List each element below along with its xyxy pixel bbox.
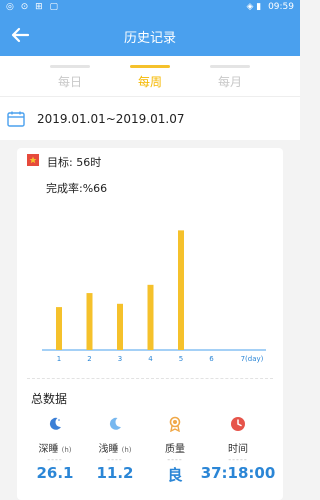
stat-label: 浅睡 (h) xyxy=(85,440,145,455)
bar-day-4 xyxy=(147,284,154,350)
page-title: 历史记录 xyxy=(123,31,176,46)
date-range-row[interactable]: 2019.01.01~2019.01.07 xyxy=(0,96,300,140)
stat-dash: ---- xyxy=(167,455,183,464)
moon-icon xyxy=(109,417,121,430)
stat-dash: ---- xyxy=(47,455,63,464)
status-bar: ◎ ⊙ ⊞ ▢ ◈ ▮ 09:59 xyxy=(0,0,300,14)
period-tabs: 每日 每周 每月 xyxy=(0,56,300,96)
goal-text: 目标: 56时 xyxy=(47,156,102,169)
stat-label-text: 质量 xyxy=(165,444,185,455)
clock-icon xyxy=(231,417,245,431)
bar-day-1 xyxy=(56,307,62,350)
stat-value: 11.2 xyxy=(96,464,134,482)
calendar-icon xyxy=(7,111,25,127)
bar-day-3 xyxy=(117,303,123,350)
x-tick-label: 3 xyxy=(118,355,122,363)
app-bar: 历史记录 xyxy=(0,14,300,56)
date-range-text: 2019.01.01~2019.01.07 xyxy=(37,112,185,126)
x-tick-label: 2 xyxy=(87,355,91,363)
tab-indicator xyxy=(50,65,90,68)
status-time: 09:59 xyxy=(268,2,294,12)
stat-time: 时间 ----- 37:18:00 xyxy=(198,412,278,492)
moon-icon xyxy=(49,417,61,430)
tab-daily[interactable]: 每日 xyxy=(35,56,105,96)
weekly-report-card: 目标: 56时 完成率:%66 1 2 3 4 5 6 7(day) 总数据 深睡 (h) … xyxy=(17,148,283,500)
stat-unit: (h) xyxy=(61,446,72,454)
x-tick-label: 7(day) xyxy=(241,355,264,363)
sleep-bar-chart: 1 2 3 4 5 6 7(day) xyxy=(42,230,266,363)
divider xyxy=(27,378,273,379)
tab-monthly[interactable]: 每月 xyxy=(195,56,265,96)
stat-label: 时间 xyxy=(198,440,278,455)
bookmark-icon xyxy=(27,154,39,166)
stat-label-text: 浅睡 xyxy=(98,444,119,455)
stat-value: 26.1 xyxy=(36,464,74,482)
x-tick-label: 4 xyxy=(148,355,153,363)
stat-light-sleep: 浅睡 (h) ---- 11.2 xyxy=(85,412,145,492)
stat-label-text: 深睡 xyxy=(38,444,59,455)
tab-indicator xyxy=(130,65,170,68)
stat-dash: ----- xyxy=(228,455,248,464)
medal-icon xyxy=(169,416,181,432)
signal-battery-icons: ◈ ▮ xyxy=(246,2,262,12)
tab-indicator xyxy=(210,65,250,68)
tab-weekly[interactable]: 每周 xyxy=(115,56,185,96)
x-tick-label: 5 xyxy=(179,355,183,363)
x-tick-label: 6 xyxy=(209,355,214,363)
bar-day-5 xyxy=(178,230,184,350)
stat-unit: (h) xyxy=(121,446,132,454)
x-tick-label: 1 xyxy=(57,355,61,363)
system-tray: ◈ ▮ 09:59 xyxy=(246,2,294,12)
completion-rate: 完成率:%66 xyxy=(46,182,108,195)
stat-value: 37:18:00 xyxy=(200,464,276,482)
stat-label-text: 时间 xyxy=(228,444,248,455)
notification-icons: ◎ ⊙ ⊞ ▢ xyxy=(6,2,61,12)
tab-label: 每月 xyxy=(217,75,242,89)
stat-quality: 质量 ---- 良 xyxy=(145,412,205,492)
summary-title: 总数据 xyxy=(31,392,68,406)
stat-label: 质量 xyxy=(145,440,205,455)
bar-day-2 xyxy=(86,293,93,350)
stat-deep-sleep: 深睡 (h) ---- 26.1 xyxy=(25,412,85,492)
tab-label: 每周 xyxy=(137,75,162,89)
stat-value: 良 xyxy=(167,466,183,484)
stat-label: 深睡 (h) xyxy=(25,440,85,455)
stat-dash: ---- xyxy=(107,455,123,464)
tab-label: 每日 xyxy=(57,75,82,89)
